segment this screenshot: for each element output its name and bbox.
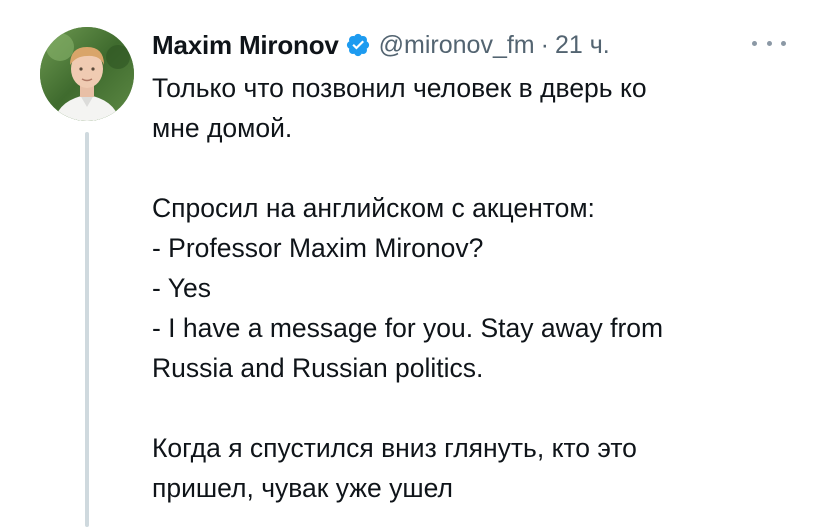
avatar[interactable] [40, 27, 134, 121]
tweet-text-line: - Professor Maxim Mironov? [152, 233, 484, 263]
author-handle[interactable]: @mironov_fm [379, 31, 535, 60]
more-dot [781, 40, 786, 46]
tweet-header: Maxim Mironov @mironov_fm · 21 ч. [152, 26, 610, 64]
tweet-timestamp[interactable]: 21 ч. [555, 31, 610, 60]
tweet-text-line: - Yes [152, 273, 211, 303]
author-display-name[interactable]: Maxim Mironov [152, 30, 339, 61]
verified-badge-icon[interactable] [345, 32, 371, 58]
tweet-text-line: - I have a message for you. Stay away fr… [152, 313, 664, 343]
tweet-text-line: мне домой. [152, 113, 293, 143]
tweet-text-line: Russia and Russian politics. [152, 353, 484, 383]
tweet[interactable]: Maxim Mironov @mironov_fm · 21 ч. Только… [0, 0, 828, 527]
tweet-text-line: Спросил на английском с акцентом: [152, 193, 595, 223]
more-dot [752, 40, 757, 46]
avatar-photo [40, 27, 134, 121]
tweet-text: Только что позвонил человек в дверь ко м… [152, 68, 812, 508]
tweet-text-line: Когда я спустился вниз глянуть, кто это [152, 433, 637, 463]
tweet-text-line: Только что позвонил человек в дверь ко [152, 73, 647, 103]
separator-dot: · [540, 30, 549, 59]
more-dot [766, 40, 772, 46]
more-horizontal-icon[interactable] [752, 30, 786, 56]
thread-line [85, 132, 89, 527]
tweet-text-line: пришел, чувак уже ушел [152, 473, 453, 503]
